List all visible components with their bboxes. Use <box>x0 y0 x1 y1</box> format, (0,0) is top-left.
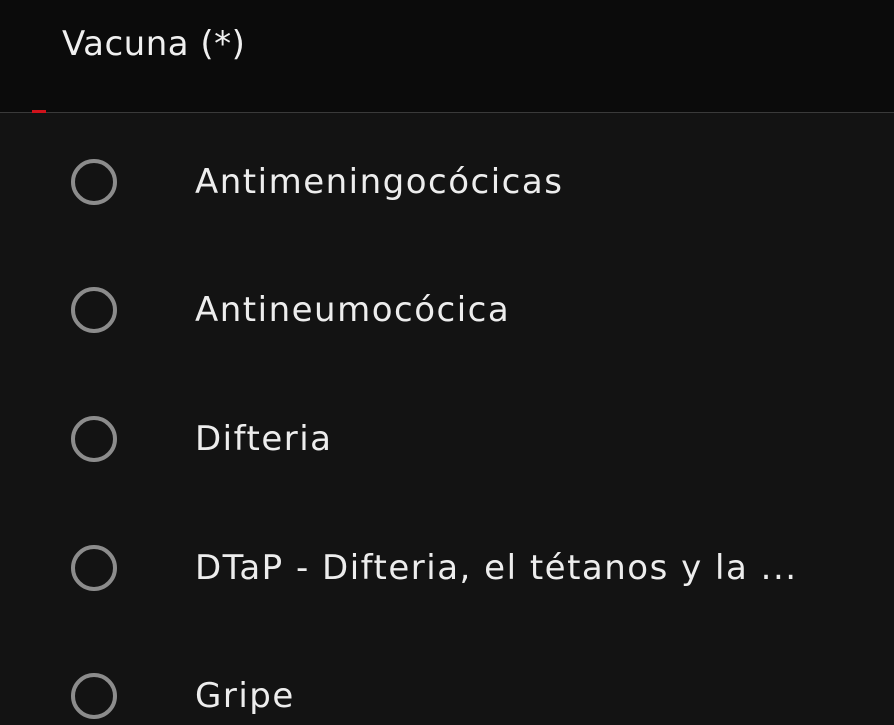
option-label: Antineumocócica <box>195 290 511 330</box>
vaccine-options-list: Antimeningocócicas Antineumocócica Difte… <box>0 113 894 725</box>
field-header: Vacuna (*) <box>0 0 894 113</box>
radio-button-icon[interactable] <box>71 287 117 333</box>
option-label: Difteria <box>195 419 333 459</box>
radio-button-icon[interactable] <box>71 159 117 205</box>
radio-button-icon[interactable] <box>71 673 117 719</box>
option-label: Gripe <box>195 676 295 716</box>
option-gripe[interactable]: Gripe <box>0 652 894 725</box>
option-label: DTaP - Difteria, el tétanos y la ... <box>195 548 798 588</box>
field-title: Vacuna (*) <box>62 24 246 64</box>
option-difteria[interactable]: Difteria <box>0 395 894 491</box>
option-dtap[interactable]: DTaP - Difteria, el tétanos y la ... <box>0 524 894 620</box>
option-antimeningococicas[interactable]: Antimeningocócicas <box>0 138 894 234</box>
option-antineumococica[interactable]: Antineumocócica <box>0 266 894 362</box>
radio-button-icon[interactable] <box>71 416 117 462</box>
radio-button-icon[interactable] <box>71 545 117 591</box>
option-label: Antimeningocócicas <box>195 162 564 202</box>
